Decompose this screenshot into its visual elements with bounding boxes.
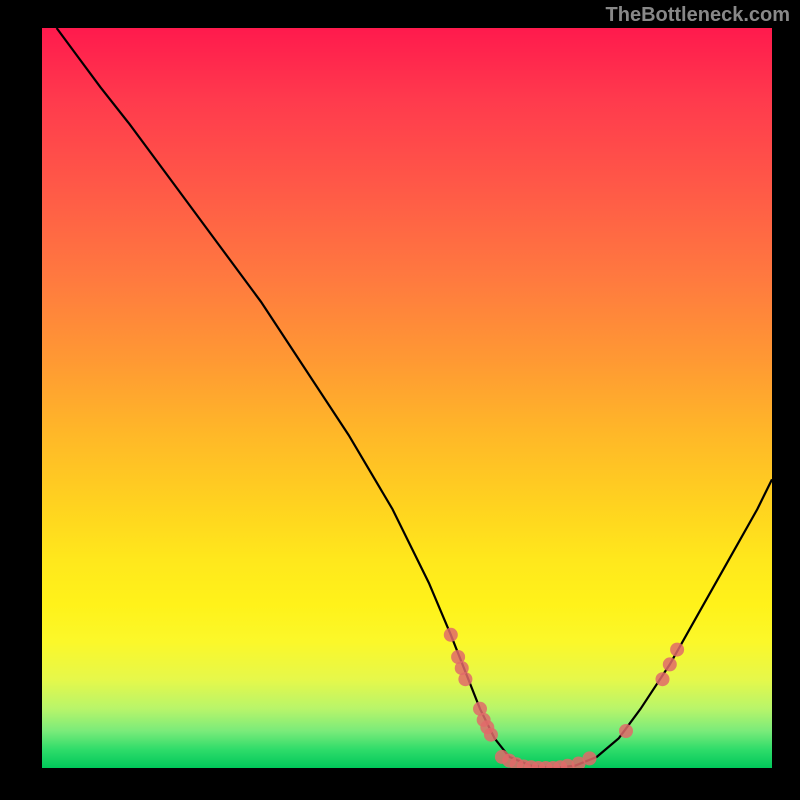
chart-container: TheBottleneck.com [0, 0, 800, 800]
gradient-background [42, 28, 772, 768]
watermark-text: TheBottleneck.com [606, 4, 790, 27]
